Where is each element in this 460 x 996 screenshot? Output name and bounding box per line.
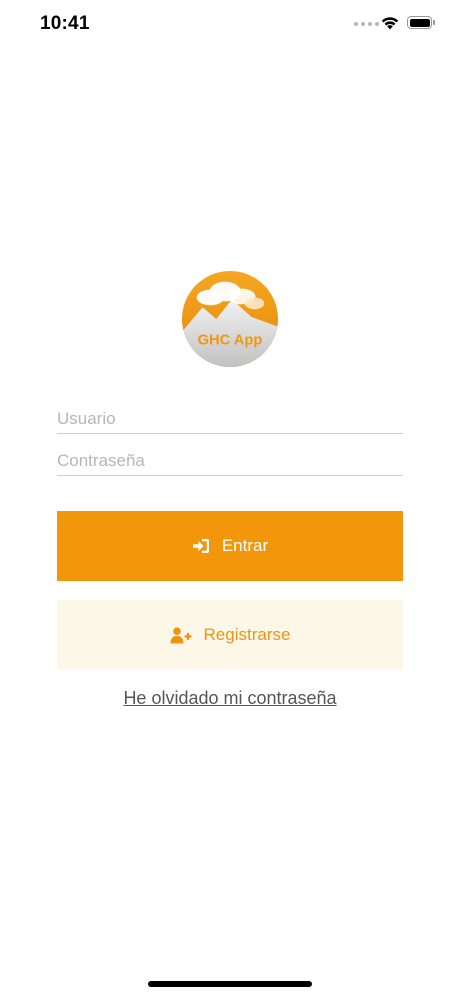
password-input[interactable] [57,447,403,476]
battery-tip [433,20,435,25]
home-indicator [148,981,312,987]
register-button[interactable]: Registrarse [57,600,403,670]
app-logo: GHC App [181,270,279,368]
register-button-label: Registrarse [203,625,291,644]
wifi-icon [381,17,399,30]
login-button-label: Entrar [221,536,269,555]
sign-in-icon [192,538,210,554]
forgot-password-link[interactable]: He olvidado mi contraseña [0,688,460,709]
login-button[interactable]: Entrar [57,511,403,581]
logo-text: GHC App [198,332,263,348]
cellular-signal-icon [354,22,379,26]
status-bar: 10:41 [0,0,460,50]
username-input[interactable] [57,405,403,434]
user-plus-icon [170,626,192,644]
status-time: 10:41 [40,13,90,34]
battery-icon [407,16,432,29]
